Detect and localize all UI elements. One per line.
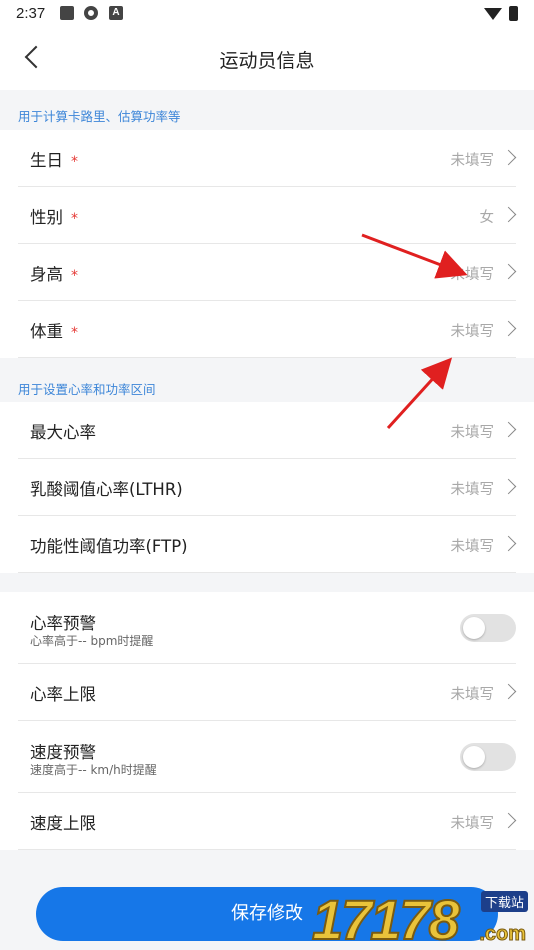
- chevron-right-icon: [500, 535, 517, 552]
- row-label: 速度上限: [30, 814, 96, 833]
- row-value: 未填写: [450, 482, 495, 498]
- row-value: 未填写: [450, 153, 495, 169]
- chevron-right-icon: [500, 478, 517, 495]
- row-value: 未填写: [450, 816, 495, 832]
- section-body-calories: 生日 * 未填写 性别 * 女 身高 * 未填写 体重 * 未填写: [0, 130, 534, 358]
- chevron-right-icon: [500, 421, 517, 438]
- chevron-right-icon: [500, 263, 517, 280]
- watermark-number: 17178: [311, 888, 461, 950]
- row-label: 生日 *: [30, 151, 78, 170]
- row-max-heart-rate[interactable]: 最大心率 未填写: [18, 402, 517, 459]
- status-time: 2:37: [16, 5, 46, 22]
- chevron-right-icon: [500, 206, 517, 223]
- row-birthday[interactable]: 生日 * 未填写: [18, 130, 517, 187]
- row-label: 性别 *: [30, 208, 78, 227]
- toggle-knob: [463, 746, 485, 768]
- row-label: 功能性阈值功率(FTP): [30, 537, 188, 556]
- row-value: 未填写: [450, 267, 495, 283]
- chevron-right-icon: [500, 683, 517, 700]
- row-label: 最大心率: [30, 423, 96, 442]
- row-value: 女: [479, 210, 495, 226]
- row-height[interactable]: 身高 * 未填写: [18, 244, 517, 301]
- wifi-icon: [484, 8, 502, 20]
- row-heart-rate-limit[interactable]: 心率上限 未填写: [18, 664, 517, 721]
- row-label: 身高 *: [30, 265, 78, 284]
- chevron-right-icon: [500, 320, 517, 337]
- watermark-domain: .com: [479, 923, 527, 946]
- row-heart-rate-alert: 心率预警 心率高于-- bpm时提醒: [18, 592, 516, 664]
- row-subtitle: 心率高于-- bpm时提醒: [30, 634, 154, 648]
- sync-icon: [84, 6, 98, 20]
- required-mark: *: [71, 268, 78, 284]
- row-label: 体重 *: [30, 322, 78, 341]
- row-speed-limit[interactable]: 速度上限 未填写: [18, 793, 517, 850]
- page-title: 运动员信息: [219, 50, 315, 72]
- row-gender[interactable]: 性别 * 女: [18, 187, 517, 244]
- row-value: 未填写: [450, 539, 495, 555]
- site-watermark: 17178 下载站 .com: [311, 888, 534, 950]
- required-mark: *: [71, 325, 78, 341]
- chevron-right-icon: [500, 812, 517, 829]
- row-value: 未填写: [450, 687, 495, 703]
- watermark-tag: 下载站: [480, 891, 528, 912]
- row-speed-alert: 速度预警 速度高于-- km/h时提醒: [18, 721, 516, 793]
- app-bar: 运动员信息: [0, 28, 534, 90]
- required-mark: *: [71, 211, 78, 227]
- status-bar: 2:37 A: [0, 0, 534, 28]
- row-value: 未填写: [450, 324, 495, 340]
- row-lthr[interactable]: 乳酸阈值心率(LTHR) 未填写: [18, 459, 517, 516]
- row-label: 乳酸阈值心率(LTHR): [30, 480, 183, 499]
- section-header-zones: 用于设置心率和功率区间: [18, 382, 156, 397]
- notification-icon: [60, 6, 74, 20]
- row-subtitle: 速度高于-- km/h时提醒: [30, 763, 157, 777]
- required-mark: *: [71, 154, 78, 170]
- row-value: 未填写: [450, 425, 495, 441]
- section-header-calories: 用于计算卡路里、估算功率等: [18, 109, 181, 124]
- row-ftp[interactable]: 功能性阈值功率(FTP) 未填写: [18, 516, 517, 573]
- heart-rate-alert-toggle[interactable]: [460, 614, 516, 642]
- row-weight[interactable]: 体重 * 未填写: [18, 301, 517, 358]
- chevron-right-icon: [500, 149, 517, 166]
- row-label: 速度预警: [30, 743, 96, 762]
- speed-alert-toggle[interactable]: [460, 743, 516, 771]
- row-label: 心率上限: [30, 685, 96, 704]
- a-badge-icon: A: [109, 6, 123, 20]
- section-body-alerts: 心率预警 心率高于-- bpm时提醒 心率上限 未填写 速度预警 速度高于-- …: [0, 592, 534, 850]
- section-body-zones: 最大心率 未填写 乳酸阈值心率(LTHR) 未填写 功能性阈值功率(FTP) 未…: [0, 402, 534, 573]
- battery-icon: [509, 6, 518, 21]
- row-label: 心率预警: [30, 614, 96, 633]
- toggle-knob: [463, 617, 485, 639]
